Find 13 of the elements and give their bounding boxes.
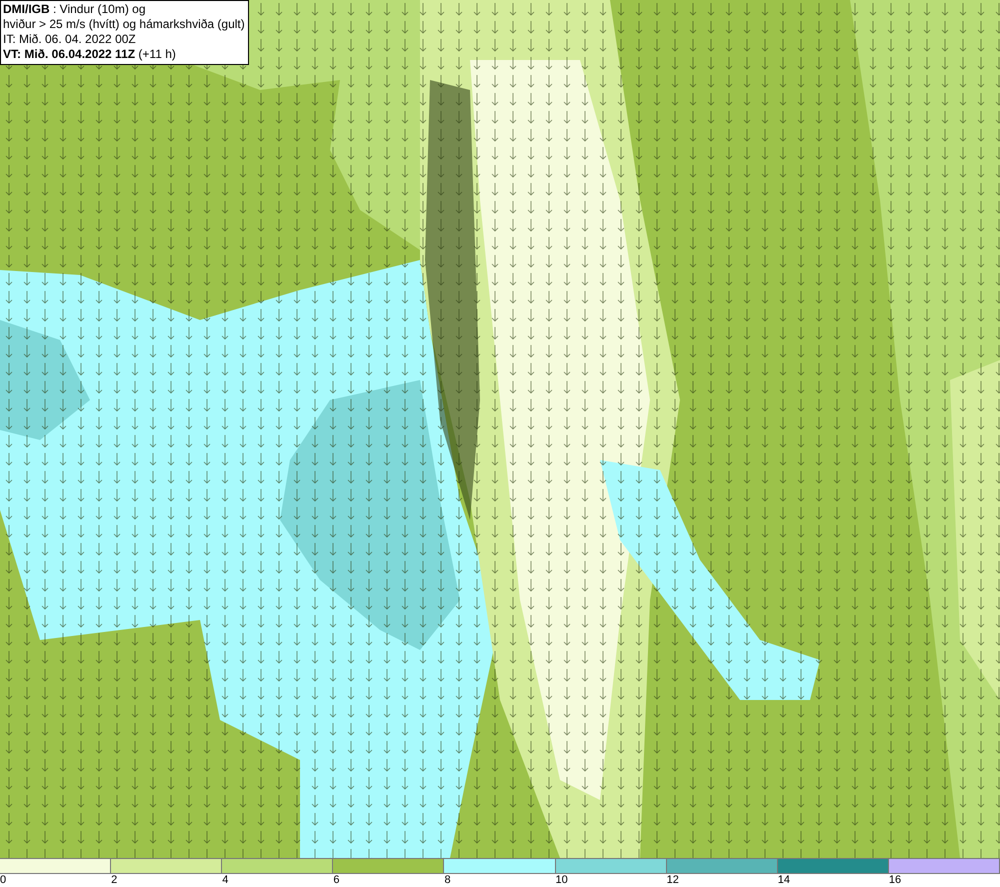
legend-label: 10 xyxy=(556,874,568,887)
header-text: DMI/IGB : Vindur (10m) og xyxy=(3,2,146,17)
legend-label: 12 xyxy=(666,874,679,887)
legend-label: 8 xyxy=(444,874,451,887)
legend-label: 2 xyxy=(111,874,118,887)
legend-label: 4 xyxy=(222,874,228,887)
legend-label: 6 xyxy=(333,874,340,887)
legend-label: 16 xyxy=(888,874,902,887)
legend-label: 0 xyxy=(0,874,6,887)
header-text: hviður > 25 m/s (hvítt) og hámarkshviða (gult) xyxy=(3,17,245,32)
legend-label: 14 xyxy=(778,874,790,887)
header-text: IT: Mið. 06. 04. 2022 00Z xyxy=(3,32,137,47)
header-text: VT: Mið. 06.04.2022 11Z (+11 h) xyxy=(3,47,177,62)
